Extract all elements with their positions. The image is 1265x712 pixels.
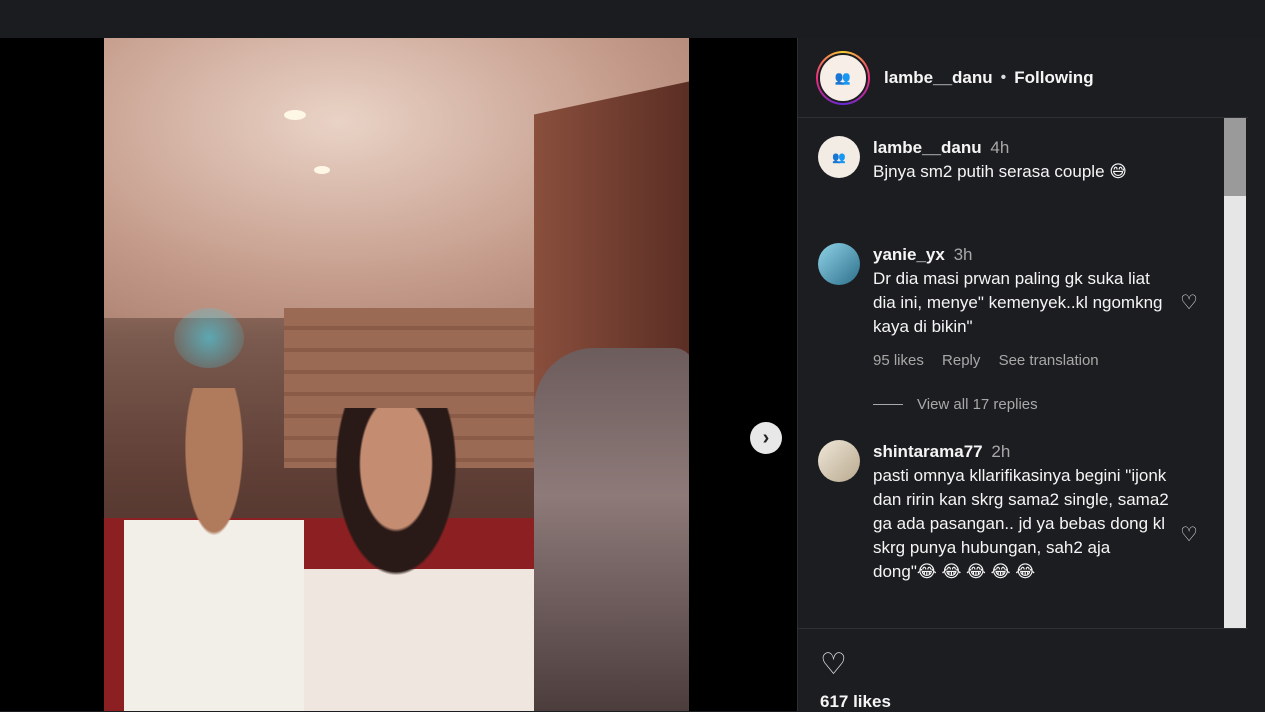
- header-username[interactable]: lambe__danu: [884, 68, 993, 88]
- see-translation-button[interactable]: See translation: [999, 352, 1099, 369]
- story-ring[interactable]: 👥: [816, 50, 870, 105]
- comment-text: Dr dia masi prwan paling gk suka liat di…: [873, 269, 1163, 336]
- comment-username[interactable]: shintarama77: [873, 442, 983, 461]
- likes-count[interactable]: 617 likes: [820, 692, 891, 712]
- chevron-right-icon: ›: [762, 426, 770, 449]
- comment-meta: 95 likes Reply See translation: [873, 349, 1173, 373]
- view-replies-label[interactable]: View all 17 replies: [917, 396, 1038, 413]
- avatar[interactable]: 👥: [818, 136, 860, 178]
- photo-cyan-light: [174, 308, 244, 368]
- photo-lamp: [314, 166, 330, 174]
- follow-button[interactable]: Following: [1014, 68, 1093, 88]
- post-modal: › 👥 lambe__danu • Following 👥 lambe__dan…: [0, 38, 1248, 711]
- view-replies[interactable]: View all 17 replies: [873, 396, 1038, 413]
- heart-outline-icon[interactable]: ♡: [1180, 293, 1200, 313]
- comment-text: pasti omnya kllarifikasinya begini "ijon…: [873, 466, 1169, 581]
- replies-divider: [873, 404, 903, 405]
- comment-username[interactable]: lambe__danu: [873, 138, 982, 157]
- scrollbar-thumb[interactable]: [1224, 118, 1246, 196]
- comment-likes[interactable]: 95 likes: [873, 352, 924, 369]
- comment-time[interactable]: 2h: [991, 442, 1010, 461]
- comment-username[interactable]: yanie_yx: [873, 245, 945, 264]
- avatar[interactable]: [818, 440, 860, 482]
- comment-time[interactable]: 4h: [990, 138, 1009, 157]
- post-header: 👥 lambe__danu • Following: [798, 38, 1248, 118]
- comment-body: lambe__danu 4h Bjnya sm2 putih serasa co…: [873, 136, 1173, 184]
- avatar[interactable]: [818, 243, 860, 285]
- comment-text: Bjnya sm2 putih serasa couple 😅: [873, 162, 1127, 181]
- comment-time[interactable]: 3h: [954, 245, 973, 264]
- photo-lamp: [284, 110, 306, 120]
- next-button[interactable]: ›: [750, 422, 782, 454]
- heart-outline-icon[interactable]: ♡: [820, 647, 847, 682]
- photo-man: [124, 388, 304, 711]
- top-bar: [0, 0, 1265, 38]
- comments-list[interactable]: 👥 lambe__danu 4h Bjnya sm2 putih serasa …: [798, 118, 1224, 628]
- comment-body: yanie_yx 3h Dr dia masi prwan paling gk …: [873, 243, 1173, 373]
- photo-woman: [304, 408, 534, 711]
- post-footer: ♡ 617 likes: [798, 628, 1248, 712]
- photo-girl: [534, 348, 689, 711]
- reply-button[interactable]: Reply: [942, 352, 980, 369]
- comment-body: shintarama77 2h pasti omnya kllarifikasi…: [873, 440, 1173, 584]
- post-media: ›: [0, 38, 797, 711]
- comments-scrollbar[interactable]: [1224, 118, 1246, 628]
- avatar: 👥: [818, 52, 868, 103]
- separator-dot: •: [1000, 68, 1007, 86]
- post-photo[interactable]: [104, 38, 689, 711]
- post-sidebar: 👥 lambe__danu • Following 👥 lambe__danu …: [797, 38, 1248, 711]
- heart-outline-icon[interactable]: ♡: [1180, 525, 1200, 545]
